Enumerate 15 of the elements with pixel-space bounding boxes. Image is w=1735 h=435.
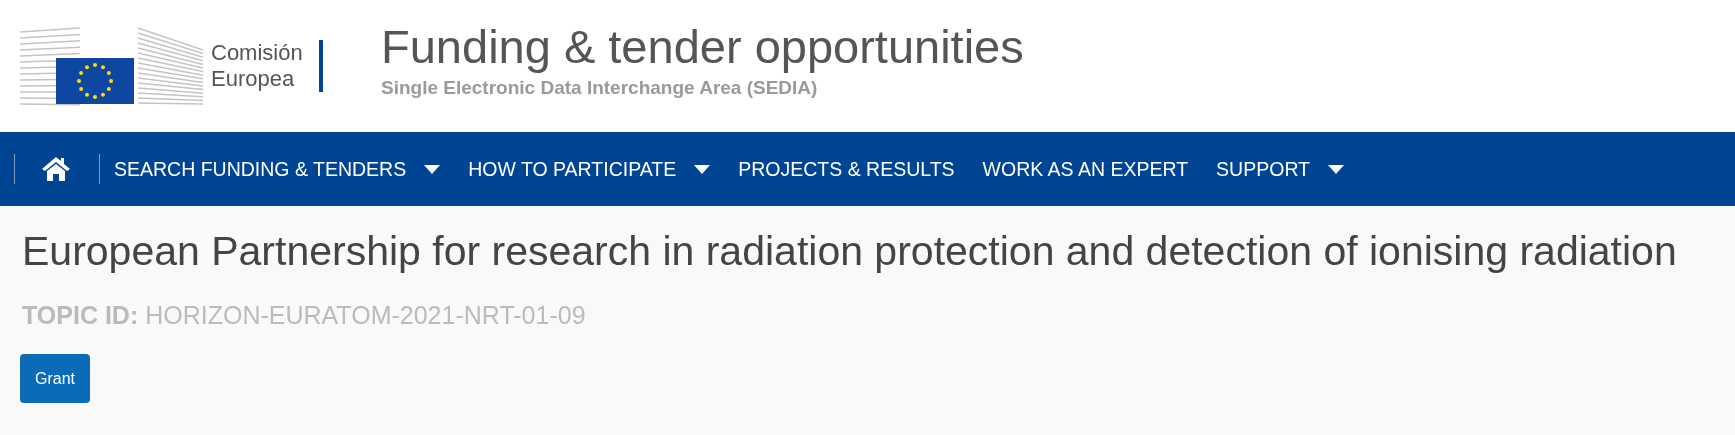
grant-button[interactable]: Grant	[20, 354, 90, 403]
home-icon	[41, 156, 71, 182]
nav-link[interactable]: HOW TO PARTICIPATE	[468, 157, 711, 181]
nav-link[interactable]: WORK AS AN EXPERT	[982, 157, 1189, 181]
topic-id-value: HORIZON-EURATOM-2021-NRT-01-09	[145, 301, 586, 329]
topic-title: European Partnership for research in radiation protection and detection of ionising radiation	[22, 228, 1678, 275]
topic-id-label: TOPIC ID:	[22, 301, 139, 329]
site-title: Funding & tender opportunities	[381, 19, 1024, 75]
site-subtitle: Single Electronic Data Interchange Area (SEDIA)	[381, 77, 819, 99]
nav-link[interactable]: PROJECTS & RESULTS	[738, 157, 955, 181]
organisation-name: Comisión Europea	[211, 40, 301, 92]
logo-icon	[20, 26, 203, 106]
home-link[interactable]	[41, 156, 71, 182]
nav-link[interactable]: SUPPORT	[1216, 157, 1345, 181]
nav-link[interactable]: SEARCH FUNDING & TENDERS	[114, 157, 441, 181]
